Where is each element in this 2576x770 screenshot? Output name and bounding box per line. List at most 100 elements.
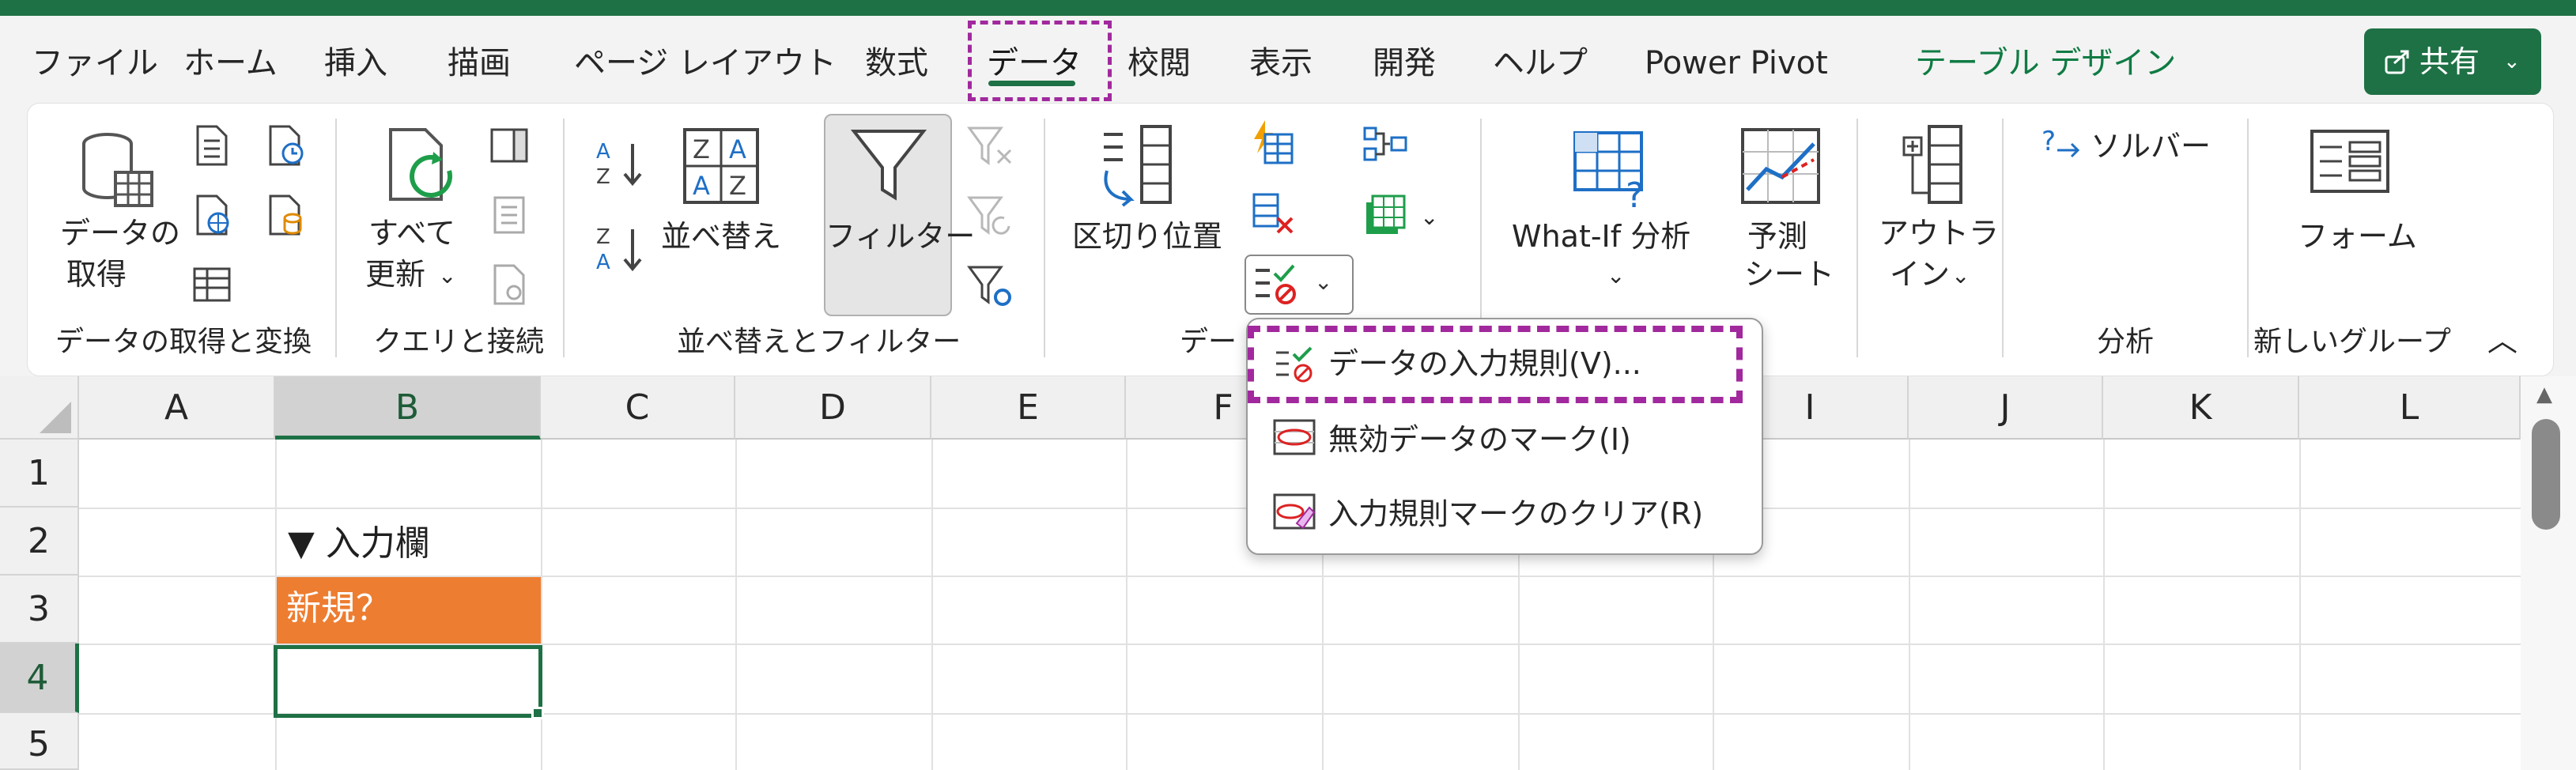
- tab-developer[interactable]: 開発: [1373, 40, 1436, 87]
- column-header[interactable]: D: [735, 376, 931, 440]
- sort-icon[interactable]: Z AA Z: [682, 126, 761, 206]
- scrollbar-thumb[interactable]: [2532, 419, 2560, 530]
- column-header[interactable]: C: [541, 376, 735, 440]
- sort-descending-icon[interactable]: ZA: [595, 221, 650, 277]
- tab-formulas[interactable]: 数式: [865, 40, 928, 87]
- row-header[interactable]: 1: [0, 440, 79, 508]
- tab-file[interactable]: ファイル: [32, 40, 158, 87]
- menu-item-clear-circles[interactable]: 入力規則マークのクリア(R): [1257, 481, 1754, 547]
- data-validation-button[interactable]: ⌄: [1245, 255, 1354, 315]
- row-header[interactable]: 3: [0, 576, 79, 644]
- group-sort-filter-label: 並べ替えとフィルター: [677, 326, 961, 358]
- gridline: [1909, 440, 1910, 770]
- chevron-down-icon: ⌄: [438, 262, 457, 289]
- tab-power-pivot[interactable]: Power Pivot: [1645, 40, 1828, 87]
- gridline: [2103, 440, 2105, 770]
- menu-item-label: 無効データのマーク(I): [1328, 422, 1631, 457]
- fill-handle[interactable]: [531, 707, 544, 719]
- existing-connections-icon[interactable]: [263, 193, 307, 237]
- get-data-icon[interactable]: [76, 126, 163, 213]
- outline-label-1: アウトラ: [1879, 216, 2000, 251]
- properties-icon[interactable]: [487, 193, 531, 237]
- column-header[interactable]: K: [2103, 376, 2299, 440]
- edit-links-icon[interactable]: [487, 262, 531, 307]
- remove-duplicates-icon[interactable]: [1249, 190, 1297, 237]
- scroll-up-icon[interactable]: ▲: [2536, 383, 2552, 406]
- recent-sources-icon[interactable]: [263, 123, 307, 168]
- title-bar-strip: [0, 0, 2576, 16]
- excel-window: { "tabs":{"file":"ファイル","home":"ホーム","in…: [0, 0, 2576, 770]
- sort-ascending-icon[interactable]: AZ: [595, 136, 650, 191]
- text-to-columns-icon[interactable]: [1096, 123, 1183, 210]
- outline-label-2: イン: [1890, 257, 1951, 292]
- solver-label: ソルバー: [2091, 129, 2212, 164]
- tab-insert[interactable]: 挿入: [324, 40, 387, 87]
- refresh-all-icon[interactable]: [378, 123, 465, 210]
- refresh-all-label-2: 更新: [365, 257, 426, 292]
- chevron-down-icon: ⌄: [1314, 269, 1333, 295]
- cell-b2[interactable]: ▼ 入力欄: [278, 512, 430, 576]
- tab-draw[interactable]: 描画: [448, 40, 511, 87]
- column-header[interactable]: L: [2299, 376, 2521, 440]
- from-web-icon[interactable]: [190, 193, 234, 237]
- forecast-label-1: 予測: [1747, 219, 1808, 254]
- group-data-tools-label: デー: [1180, 326, 1237, 358]
- circle-invalid-data-icon: [1273, 419, 1316, 455]
- reapply-icon[interactable]: [966, 193, 1014, 240]
- group-separator: [335, 119, 337, 357]
- tab-table-design[interactable]: テーブル デザイン: [1915, 40, 2176, 87]
- form-icon[interactable]: [2307, 123, 2394, 202]
- svg-text:Z: Z: [596, 225, 610, 249]
- get-data-label-2: 取得: [66, 257, 127, 292]
- tab-view[interactable]: 表示: [1249, 40, 1313, 87]
- corner-triangle-icon: [40, 402, 71, 433]
- cell-b3[interactable]: 新規？: [277, 577, 541, 644]
- clear-filter-icon[interactable]: [966, 123, 1014, 171]
- row-header[interactable]: 4: [0, 644, 79, 713]
- svg-text:A: A: [596, 251, 610, 274]
- active-cell-b4[interactable]: [274, 645, 542, 718]
- group-separator: [2247, 119, 2249, 357]
- solver-icon[interactable]: ?: [2040, 123, 2084, 168]
- row-header[interactable]: 2: [0, 508, 79, 576]
- menu-item-circle-invalid[interactable]: 無効データのマーク(I): [1257, 406, 1754, 473]
- what-if-analysis-icon[interactable]: ?: [1570, 125, 1657, 212]
- filter-icon: [850, 130, 927, 201]
- svg-text:Z: Z: [729, 171, 746, 201]
- consolidate-icon[interactable]: [1362, 122, 1409, 166]
- clear-validation-circles-icon: [1273, 493, 1316, 530]
- column-header[interactable]: B: [275, 376, 541, 440]
- data-model-icon[interactable]: [1362, 191, 1409, 239]
- select-all-corner[interactable]: [0, 376, 79, 440]
- tab-review[interactable]: 校閲: [1127, 40, 1191, 87]
- svg-text:Z: Z: [596, 165, 610, 189]
- queries-connections-icon[interactable]: [487, 123, 531, 168]
- tab-home[interactable]: ホーム: [183, 40, 278, 87]
- form-label: フォーム: [2298, 219, 2417, 254]
- group-separator: [1856, 119, 1858, 357]
- tab-page-layout[interactable]: ページ レイアウト: [574, 40, 837, 87]
- group-separator: [563, 119, 565, 357]
- gridline: [2299, 440, 2301, 770]
- collapse-ribbon-icon[interactable]: ︿: [2487, 323, 2517, 359]
- row-header[interactable]: 5: [0, 713, 79, 770]
- forecast-sheet-icon[interactable]: [1738, 125, 1825, 212]
- filter-label: フィルター: [825, 219, 976, 254]
- outline-icon[interactable]: [1898, 122, 1969, 209]
- share-button[interactable]: 共有 ⌄: [2364, 28, 2541, 95]
- column-header[interactable]: J: [1909, 376, 2103, 440]
- flash-fill-icon[interactable]: [1249, 119, 1297, 166]
- sort-label: 並べ替え: [661, 219, 782, 254]
- advanced-filter-icon[interactable]: [966, 262, 1014, 310]
- group-separator: [2002, 119, 2004, 357]
- from-text-icon[interactable]: [190, 123, 234, 168]
- group-get-transform-label: データの取得と変換: [55, 326, 312, 358]
- from-table-icon[interactable]: [190, 262, 234, 307]
- data-validation-icon: [1256, 264, 1296, 304]
- gridline: [735, 440, 737, 770]
- column-header[interactable]: E: [931, 376, 1126, 440]
- ribbon-tabs: ファイル ホーム 挿入 描画 ページ レイアウト 数式 データ 校閲 表示 開発…: [0, 16, 2576, 101]
- tab-help[interactable]: ヘルプ: [1493, 40, 1588, 87]
- column-header[interactable]: A: [79, 376, 275, 440]
- chevron-down-icon: ⌄: [1607, 262, 1626, 289]
